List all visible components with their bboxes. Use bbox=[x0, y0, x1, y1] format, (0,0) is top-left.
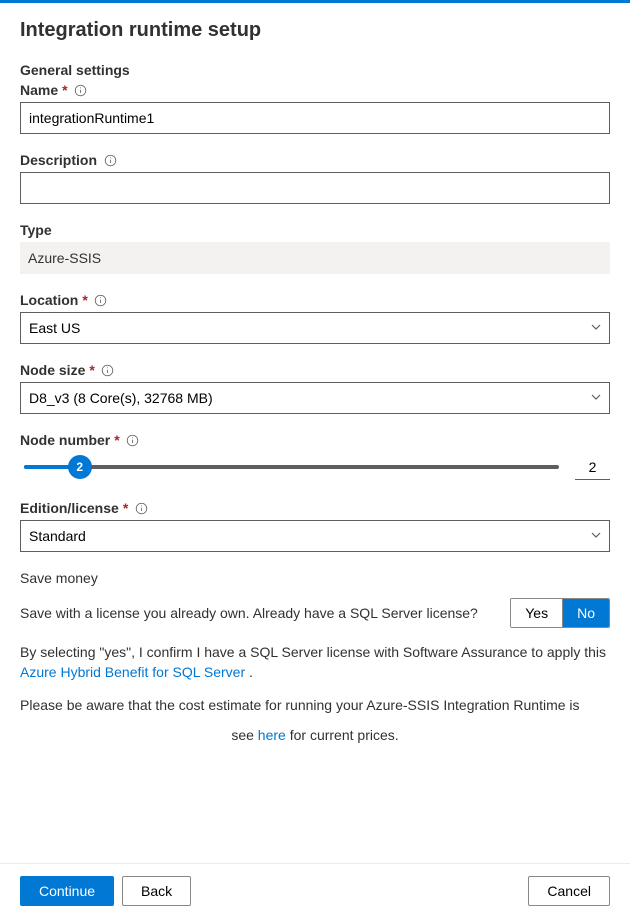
node-number-input[interactable] bbox=[575, 455, 610, 480]
node-number-field: Node number * 2 bbox=[20, 432, 610, 482]
back-button[interactable]: Back bbox=[122, 876, 191, 906]
name-input[interactable] bbox=[20, 102, 610, 134]
hybrid-benefit-link[interactable]: Azure Hybrid Benefit for SQL Server bbox=[20, 664, 245, 680]
hybrid-benefit-text: By selecting "yes", I confirm I have a S… bbox=[20, 642, 610, 683]
type-field: Type Azure-SSIS bbox=[20, 222, 610, 274]
required-asterisk: * bbox=[62, 82, 67, 98]
node-size-label: Node size * bbox=[20, 362, 610, 378]
info-icon[interactable] bbox=[94, 293, 108, 307]
pricing-link[interactable]: here bbox=[258, 727, 286, 743]
license-question-text: Save with a license you already own. Alr… bbox=[20, 605, 478, 621]
location-field: Location * bbox=[20, 292, 610, 344]
info-icon[interactable] bbox=[101, 363, 115, 377]
type-label: Type bbox=[20, 222, 610, 238]
location-label: Location * bbox=[20, 292, 610, 308]
license-yes-button[interactable]: Yes bbox=[511, 599, 563, 627]
info-icon[interactable] bbox=[103, 153, 117, 167]
node-size-select[interactable] bbox=[20, 382, 610, 414]
general-settings-heading: General settings bbox=[20, 62, 610, 78]
type-value: Azure-SSIS bbox=[20, 242, 610, 274]
cancel-button[interactable]: Cancel bbox=[528, 876, 610, 906]
name-field: Name * bbox=[20, 82, 610, 134]
required-asterisk: * bbox=[89, 362, 94, 378]
node-size-field: Node size * bbox=[20, 362, 610, 414]
name-label: Name * bbox=[20, 82, 610, 98]
license-no-button[interactable]: No bbox=[563, 599, 609, 627]
save-money-title: Save money bbox=[20, 570, 610, 586]
info-icon[interactable] bbox=[134, 501, 148, 515]
location-select[interactable] bbox=[20, 312, 610, 344]
edition-label: Edition/license * bbox=[20, 500, 610, 516]
required-asterisk: * bbox=[123, 500, 128, 516]
required-asterisk: * bbox=[82, 292, 87, 308]
footer-bar: Continue Back Cancel bbox=[0, 863, 630, 922]
description-field: Description bbox=[20, 152, 610, 204]
continue-button[interactable]: Continue bbox=[20, 876, 114, 906]
info-icon[interactable] bbox=[74, 83, 88, 97]
node-number-label: Node number * bbox=[20, 432, 610, 448]
license-toggle: Yes No bbox=[510, 598, 610, 628]
license-question-row: Save with a license you already own. Alr… bbox=[20, 598, 610, 628]
edition-select[interactable] bbox=[20, 520, 610, 552]
setup-panel: Integration runtime setup General settin… bbox=[0, 3, 630, 863]
slider-thumb[interactable]: 2 bbox=[68, 455, 92, 479]
edition-field: Edition/license * bbox=[20, 500, 610, 552]
description-input[interactable] bbox=[20, 172, 610, 204]
description-label: Description bbox=[20, 152, 610, 168]
required-asterisk: * bbox=[114, 432, 119, 448]
page-title: Integration runtime setup bbox=[20, 19, 610, 42]
info-icon[interactable] bbox=[126, 433, 140, 447]
cost-estimate-text: Please be aware that the cost estimate f… bbox=[20, 695, 610, 715]
node-number-slider[interactable]: 2 bbox=[20, 452, 563, 482]
